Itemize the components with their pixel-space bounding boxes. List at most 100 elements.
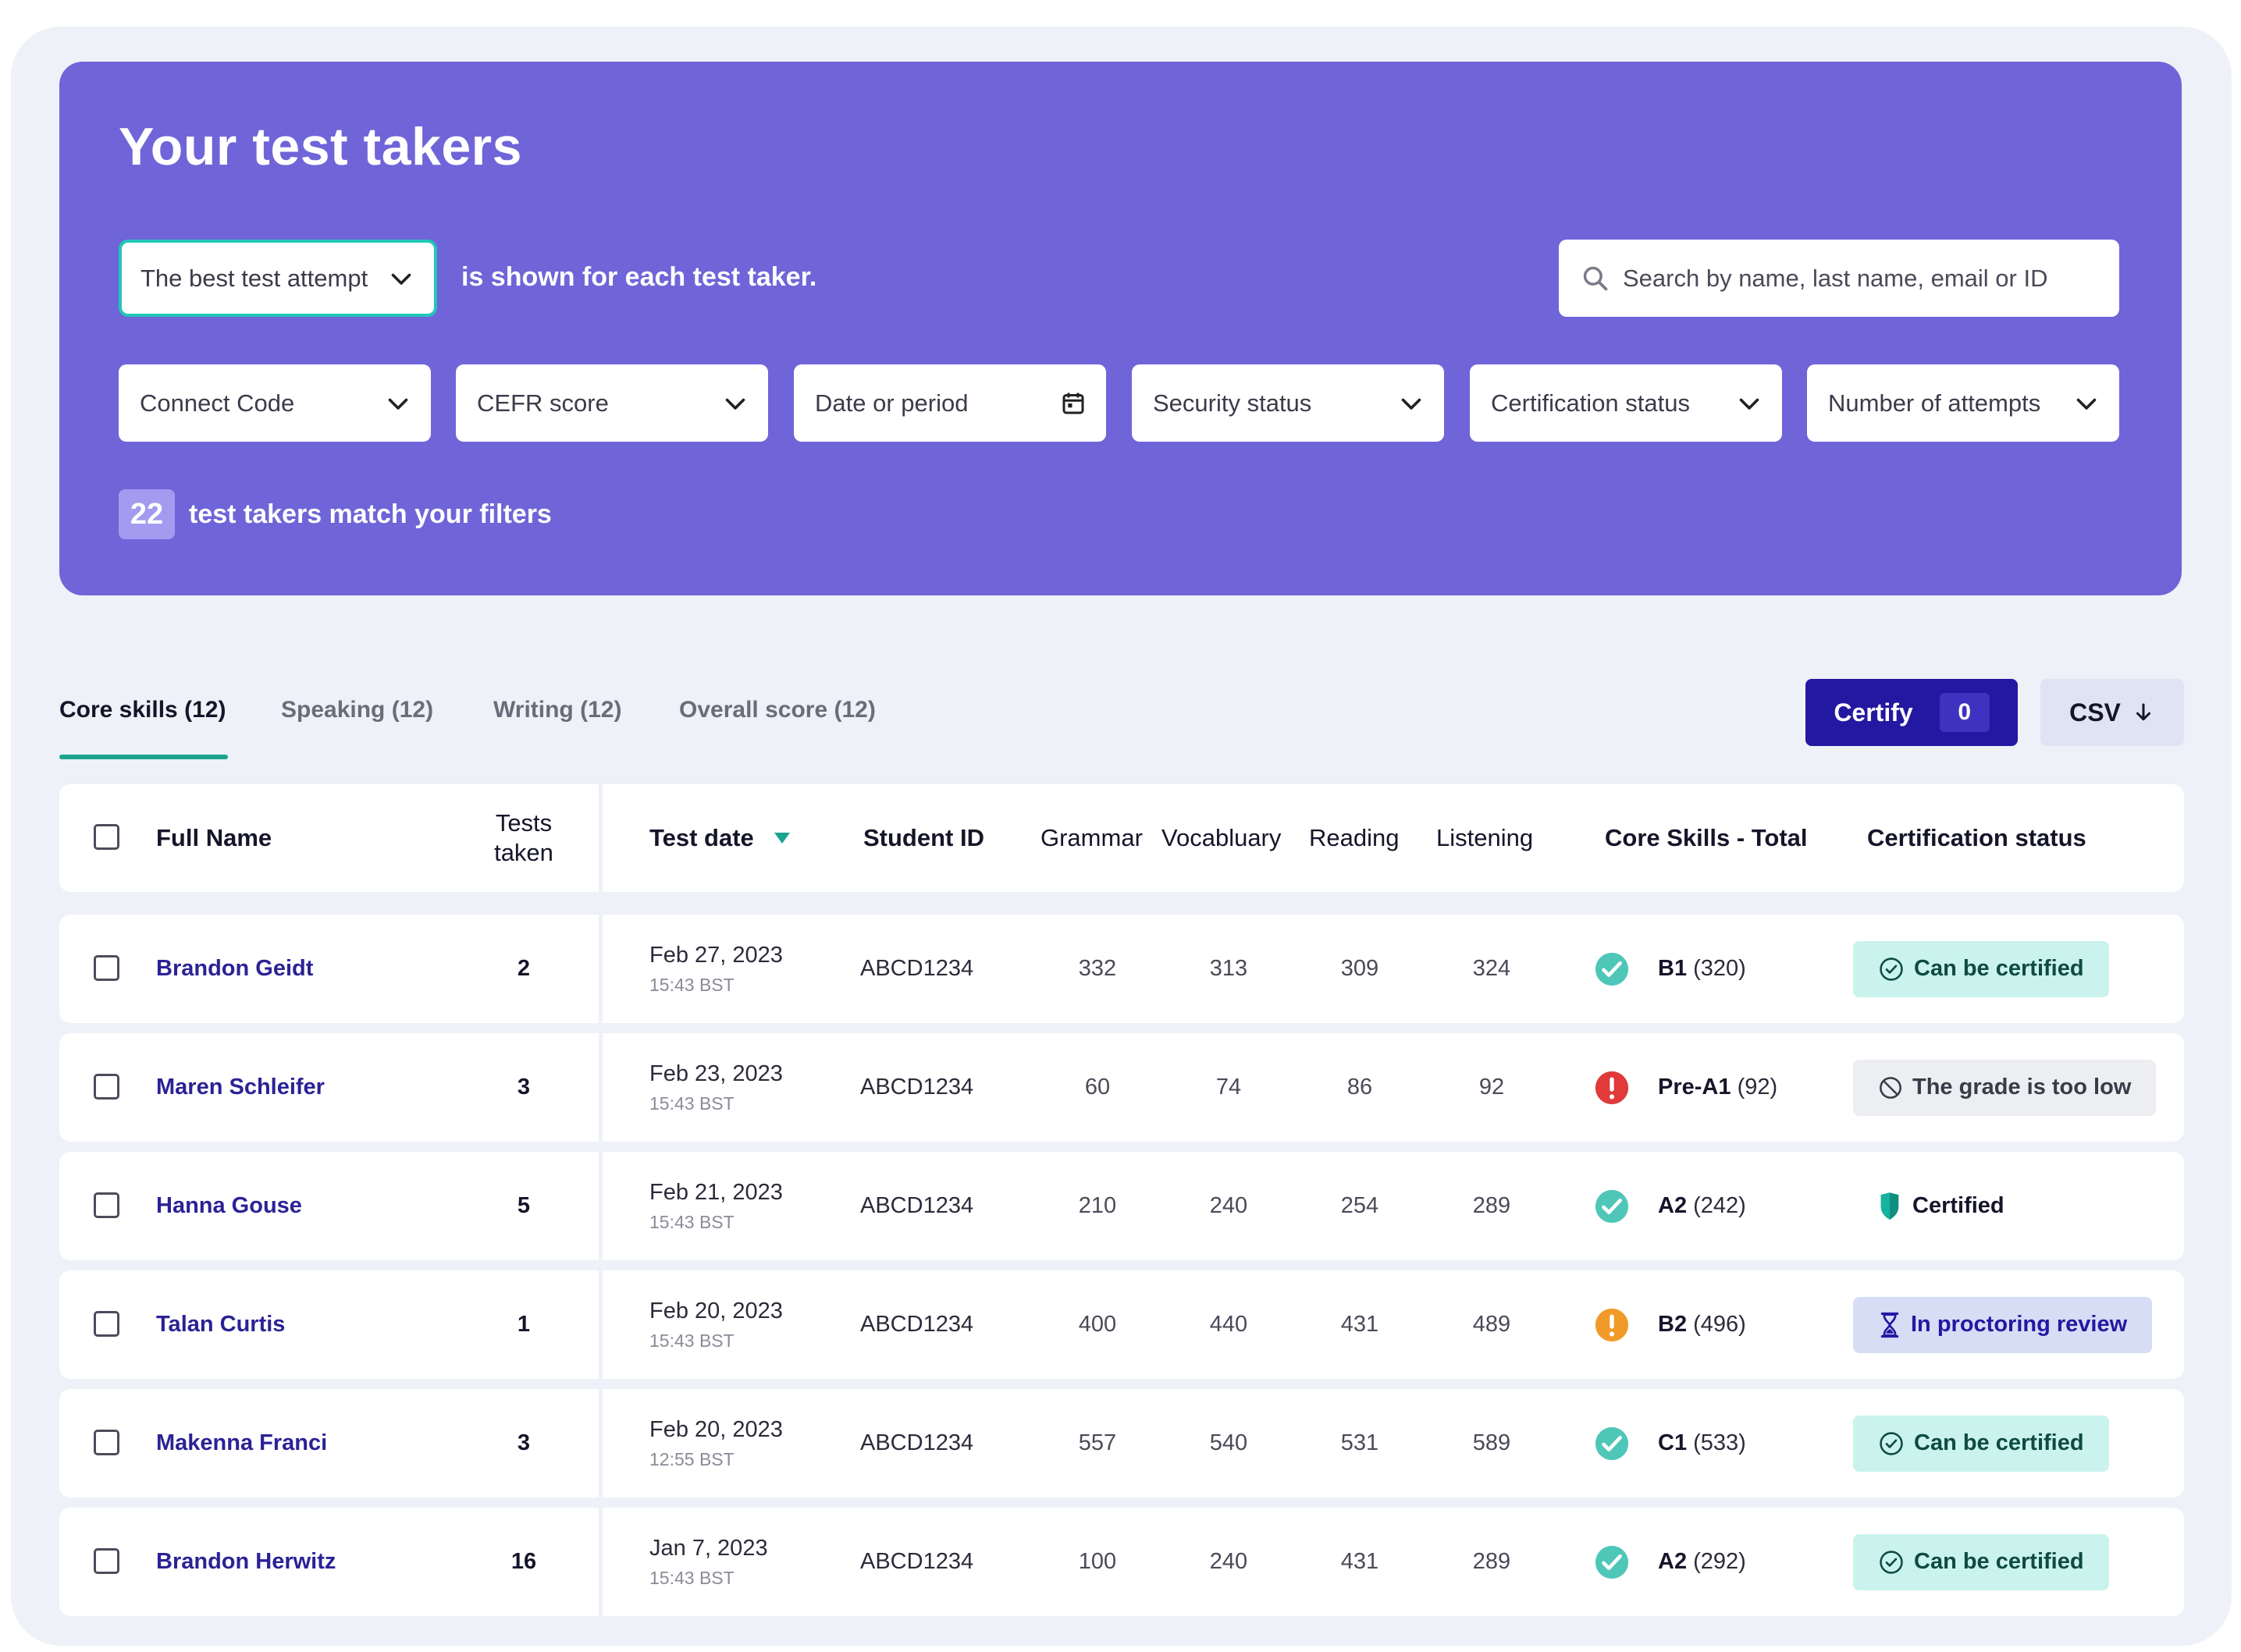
certification-status-badge[interactable]: Can be certified <box>1853 1533 2109 1590</box>
student-id-value: ABCD1234 <box>860 1549 974 1574</box>
tab-writing[interactable]: Writing (12) <box>493 697 621 723</box>
test-taker-name-link[interactable]: Brandon Herwitz <box>156 1508 336 1616</box>
certification-status-badge[interactable]: Can be certified <box>1853 1415 2109 1472</box>
header-certification-status[interactable]: Certification status <box>1867 784 2086 892</box>
warning-icon <box>1594 1270 1630 1379</box>
filter-label: Certification status <box>1491 389 1690 417</box>
table-row[interactable]: Talan Curtis 1 Feb 20, 2023 15:43 BST ABCD12… <box>59 1270 2184 1379</box>
grammar-score: 100 <box>1078 1549 1117 1574</box>
test-taker-name-link[interactable]: Maren Schleifer <box>156 1033 325 1142</box>
chevron-down-icon <box>1401 398 1421 410</box>
attempt-select[interactable]: The best test attempt <box>119 240 437 317</box>
grammar-score: 210 <box>1078 1193 1117 1218</box>
certification-status-cell: The grade is too low <box>1853 1033 2157 1142</box>
column-divider <box>599 1270 603 1379</box>
blocked-icon <box>1878 1075 1903 1100</box>
row-checkbox[interactable] <box>94 954 119 981</box>
test-taker-name-link[interactable]: Hanna Gouse <box>156 1152 302 1260</box>
header-student-id[interactable]: Student ID <box>863 784 984 892</box>
header-test-date[interactable]: Test date <box>649 784 791 892</box>
cefr-level: A2 <box>1658 1549 1688 1574</box>
header-tests-taken-line1: Tests <box>495 809 553 837</box>
certification-status-badge[interactable]: In proctoring review <box>1853 1296 2153 1353</box>
header-vocabulary[interactable]: Vocabluary <box>1161 784 1281 892</box>
search-input[interactable] <box>1621 263 2104 293</box>
tab-overall-score[interactable]: Overall score (12) <box>679 697 876 723</box>
core-skills-total: A2 (242) <box>1658 1152 1746 1260</box>
check-icon <box>1594 1152 1630 1260</box>
row-checkbox[interactable] <box>94 1310 119 1337</box>
chevron-down-icon <box>388 398 408 410</box>
certification-status-cell: Can be certified <box>1853 1389 2109 1497</box>
header-full-name[interactable]: Full Name <box>156 784 272 892</box>
listening-score: 289 <box>1472 1549 1511 1574</box>
test-taker-name-link[interactable]: Brandon Geidt <box>156 915 313 1023</box>
vocabulary-score: 313 <box>1209 956 1248 981</box>
tab-speaking[interactable]: Speaking (12) <box>281 697 433 723</box>
filter-label: Date or period <box>815 389 969 417</box>
table-row[interactable]: Hanna Gouse 5 Feb 21, 2023 15:43 BST ABCD123… <box>59 1152 2184 1260</box>
core-skills-score: (320) <box>1693 956 1746 981</box>
filter-security-status[interactable]: Security status <box>1132 364 1444 442</box>
table-row[interactable]: Brandon Geidt 2 Feb 27, 2023 15:43 BST ABCD1… <box>59 915 2184 1023</box>
certification-status-cell: Can be certified <box>1853 1508 2109 1616</box>
filter-label: CEFR score <box>477 389 609 417</box>
test-date-cell: Jan 7, 2023 15:43 BST <box>649 1508 768 1616</box>
tests-taken-value: 3 <box>517 1430 531 1455</box>
grammar-score: 332 <box>1078 956 1117 981</box>
header-tests-taken[interactable]: Tests taken <box>481 784 567 892</box>
tests-taken-value: 5 <box>517 1193 531 1218</box>
certification-status-badge[interactable]: The grade is too low <box>1853 1059 2157 1116</box>
tab-core-skills[interactable]: Core skills (12) <box>59 697 226 723</box>
certification-status-text: Can be certified <box>1914 956 2084 981</box>
filter-label: Security status <box>1153 389 1312 417</box>
reading-score: 309 <box>1340 956 1379 981</box>
table-row[interactable]: Makenna Franci 3 Feb 20, 2023 12:55 BST ABCD… <box>59 1389 2184 1497</box>
certification-status-cell: Can be certified <box>1853 915 2109 1023</box>
test-date-value: Feb 21, 2023 <box>649 1179 783 1205</box>
active-tab-indicator <box>59 755 228 759</box>
certify-label: Certify <box>1834 698 1913 727</box>
core-skills-total: B1 (320) <box>1658 915 1746 1023</box>
row-checkbox[interactable] <box>94 1192 119 1218</box>
header-core-skills-total[interactable]: Core Skills - Total <box>1605 784 1808 892</box>
header-listening[interactable]: Listening <box>1436 784 1533 892</box>
reading-score: 254 <box>1340 1193 1379 1218</box>
table-row[interactable]: Brandon Herwitz 16 Jan 7, 2023 15:43 BST ABC… <box>59 1508 2184 1616</box>
listening-score: 92 <box>1478 1075 1505 1100</box>
header-grammar[interactable]: Grammar <box>1040 784 1143 892</box>
tests-taken-value: 2 <box>517 956 531 981</box>
core-skills-total: C1 (533) <box>1658 1389 1746 1497</box>
reading-score: 431 <box>1340 1312 1379 1337</box>
filter-certification-status[interactable]: Certification status <box>1470 364 1782 442</box>
header-test-date-label: Test date <box>649 824 754 851</box>
test-taker-name-link[interactable]: Talan Curtis <box>156 1270 285 1379</box>
check-circle-icon <box>1878 1549 1905 1576</box>
row-checkbox[interactable] <box>94 1429 119 1455</box>
core-skills-total: Pre-A1 (92) <box>1658 1033 1777 1142</box>
core-skills-score: (92) <box>1737 1075 1778 1100</box>
core-skills-total: A2 (292) <box>1658 1508 1746 1616</box>
table-row[interactable]: Maren Schleifer 3 Feb 23, 2023 15:43 BST ABC… <box>59 1033 2184 1142</box>
filters-panel: Your test takers The best test attempt i… <box>59 62 2182 595</box>
test-taker-name-link[interactable]: Makenna Franci <box>156 1389 327 1497</box>
search-box[interactable] <box>1559 240 2119 317</box>
filter-number-of-attempts[interactable]: Number of attempts <box>1807 364 2119 442</box>
filter-cefr-score[interactable]: CEFR score <box>456 364 768 442</box>
row-checkbox[interactable] <box>94 1547 119 1574</box>
vocabulary-score: 540 <box>1209 1430 1248 1455</box>
column-divider <box>599 1508 603 1616</box>
tests-taken-value: 3 <box>517 1075 531 1100</box>
test-date-cell: Feb 21, 2023 15:43 BST <box>649 1152 783 1260</box>
row-checkbox[interactable] <box>94 1073 119 1100</box>
csv-download-button[interactable]: CSV <box>2040 679 2184 746</box>
select-all-checkbox[interactable] <box>94 824 119 850</box>
core-skills-total: B2 (496) <box>1658 1270 1746 1379</box>
test-time-value: 12:55 BST <box>649 1448 735 1469</box>
certification-status-badge[interactable]: Can be certified <box>1853 940 2109 997</box>
filter-connect-code[interactable]: Connect Code <box>119 364 431 442</box>
header-reading[interactable]: Reading <box>1309 784 1399 892</box>
filter-date[interactable]: Date or period <box>794 364 1106 442</box>
certification-status-text: Certified <box>1912 1193 2004 1218</box>
certify-button[interactable]: Certify 0 <box>1805 679 2018 746</box>
